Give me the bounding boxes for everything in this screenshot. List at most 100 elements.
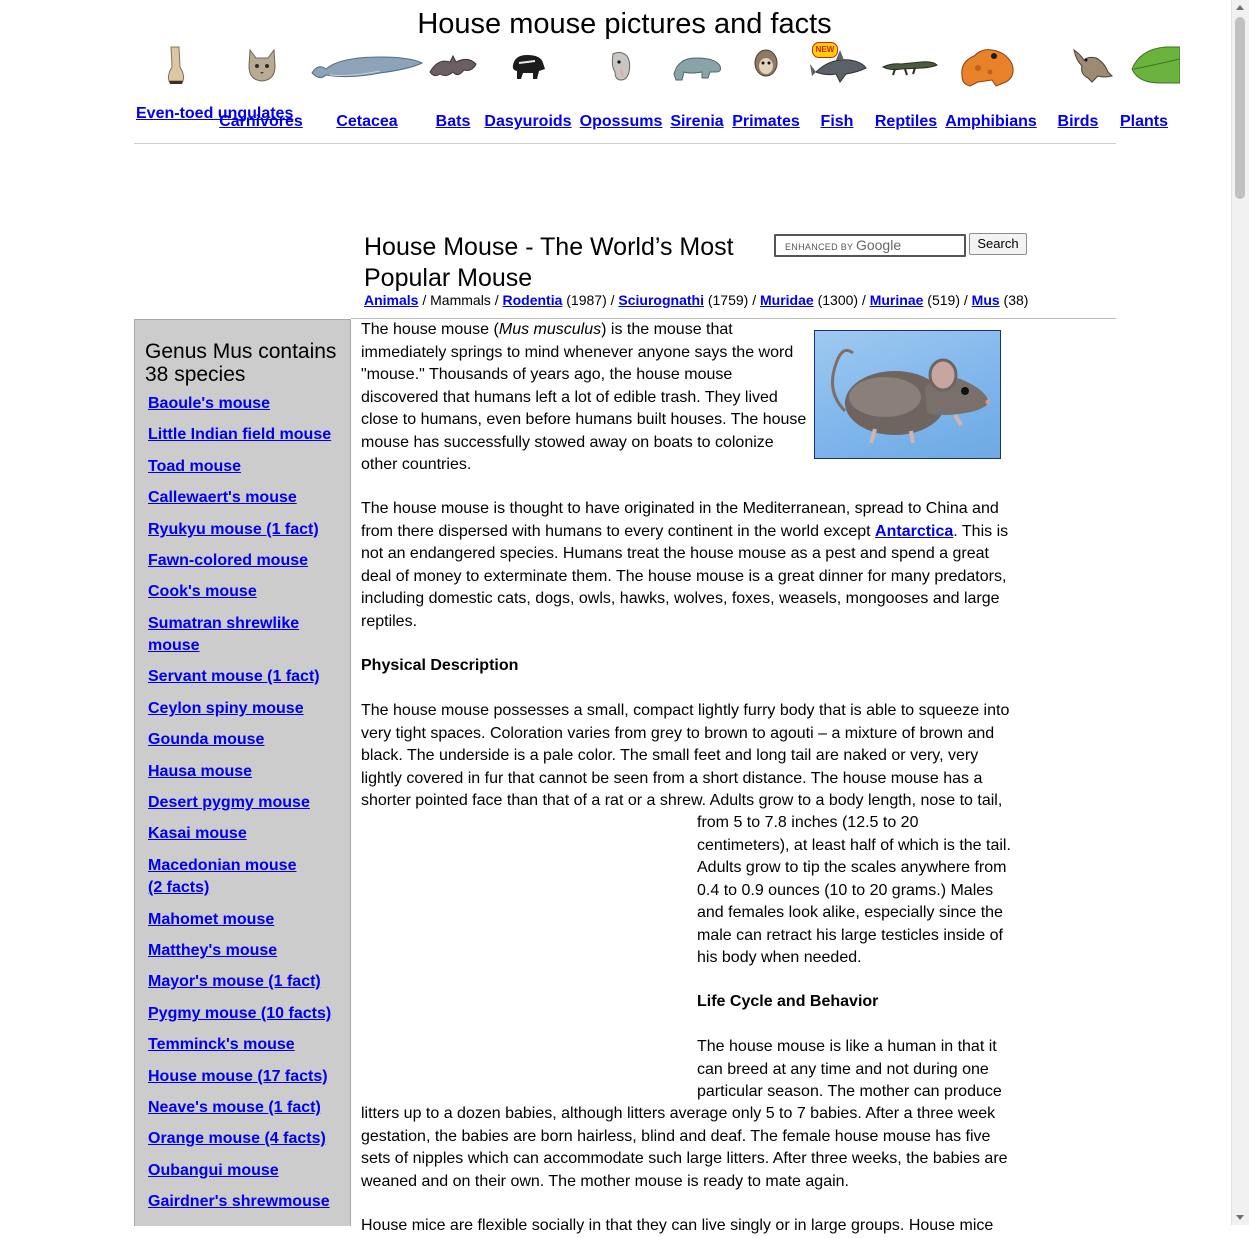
bird-icon[interactable] — [1064, 40, 1116, 90]
species-link[interactable]: Oubangui mouse — [148, 1162, 279, 1179]
species-link[interactable]: Matthey's mouse — [148, 942, 277, 959]
sidebar-title: Genus Mus contains 38 species — [145, 340, 337, 386]
breadcrumb-count: (1300) — [817, 292, 859, 308]
opossum-icon[interactable] — [604, 40, 638, 90]
nav-item-bats[interactable]: Bats — [428, 40, 478, 140]
antarctica-link[interactable]: Antarctica — [875, 523, 953, 540]
nav-link-cetacea[interactable]: Cetacea — [310, 114, 424, 130]
section-heading-life-cycle: Life Cycle and Behavior — [697, 993, 879, 1010]
species-link[interactable]: Servant mouse (1 fact) — [148, 668, 320, 685]
nav-link-amphibians[interactable]: Amphibians — [944, 114, 1038, 130]
breadcrumb-sciurognathi[interactable]: Sciurognathi — [618, 292, 704, 308]
physical-paragraph-continued: from 5 to 7.8 inches (12.5 to 20 centime… — [697, 814, 1011, 966]
leaf-icon[interactable] — [1130, 40, 1180, 90]
species-link[interactable]: Orange mouse (4 facts) — [148, 1130, 326, 1147]
breadcrumb-count: (519) — [927, 292, 960, 308]
hoof-icon[interactable] — [154, 40, 198, 90]
species-link[interactable]: Mayor's mouse (1 fact) — [148, 973, 321, 990]
category-nav: Even-toed ungulates Carnivores Cetacea B… — [134, 40, 1180, 144]
nav-item-dasyuroids[interactable]: Dasyuroids — [482, 40, 574, 140]
nav-item-plants[interactable]: Plants — [1114, 40, 1184, 140]
scroll-up-arrow-icon[interactable] — [1236, 5, 1244, 10]
house-mouse-photo — [814, 330, 1001, 459]
origin-paragraph: The house mouse is thought to have origi… — [361, 500, 1009, 630]
breadcrumb: Animals / Mammals / Rodentia (1987) / Sc… — [364, 292, 1029, 308]
bat-icon[interactable] — [428, 40, 478, 90]
species-link[interactable]: Macedonian mouse (2 facts) — [148, 857, 296, 896]
nav-item-reptiles[interactable]: Reptiles — [872, 40, 940, 140]
crocodile-icon[interactable] — [880, 40, 940, 90]
nav-item-sirenia[interactable]: Sirenia — [668, 40, 726, 140]
whale-icon[interactable] — [310, 40, 424, 90]
nav-item-birds[interactable]: Birds — [1048, 40, 1113, 140]
physical-paragraph: The house mouse possesses a small, compa… — [361, 702, 1010, 809]
species-link[interactable]: Baoule's mouse — [148, 395, 270, 412]
google-branding: ENHANCED BY Google — [785, 237, 902, 253]
breadcrumb-count: (38) — [1003, 292, 1029, 308]
species-link[interactable]: Sumatran shrewlike mouse — [148, 615, 299, 654]
species-link[interactable]: Pygmy mouse (10 facts) — [148, 1005, 331, 1022]
species-link[interactable]: Ryukyu mouse (1 fact) — [148, 521, 319, 538]
nav-item-cetacea[interactable]: Cetacea — [310, 40, 424, 140]
nav-item-amphibians[interactable]: Amphibians — [944, 40, 1038, 140]
species-link[interactable]: Mahomet mouse — [148, 911, 274, 928]
page-title: House Mouse - The World’s Most Popular M… — [364, 233, 734, 292]
nav-link-birds[interactable]: Birds — [1048, 114, 1108, 130]
life-cycle-paragraph: The house mouse is like a human in that … — [697, 1038, 1002, 1100]
species-link[interactable]: Little Indian field mouse — [148, 426, 331, 443]
species-link[interactable]: Fawn-colored mouse — [148, 552, 308, 569]
nav-link-reptiles[interactable]: Reptiles — [872, 114, 940, 130]
scrollbar-thumb[interactable] — [1235, 17, 1245, 199]
social-paragraph: House mice are flexible socially in that… — [361, 1217, 994, 1234]
nav-link-primates[interactable]: Primates — [730, 114, 802, 130]
species-link[interactable]: House mouse (17 facts) — [148, 1068, 328, 1085]
breadcrumb-count: (1987) — [566, 292, 607, 308]
breadcrumb-murinae[interactable]: Murinae — [870, 292, 924, 308]
search-button[interactable]: Search — [969, 233, 1027, 255]
species-sidebar: Genus Mus contains 38 species Baoule's m… — [134, 319, 351, 1226]
breadcrumb-muridae[interactable]: Muridae — [760, 292, 814, 308]
breadcrumb-rodentia[interactable]: Rodentia — [502, 292, 562, 308]
intro-paragraph: The house mouse (Mus musculus) is the mo… — [361, 321, 807, 473]
life-cycle-paragraph-continued: litters up to a dozen babies, although l… — [361, 1105, 1008, 1190]
nav-link-plants[interactable]: Plants — [1114, 114, 1174, 130]
nav-item-fish[interactable]: NEW Fish — [808, 40, 867, 140]
species-link[interactable]: Neave's mouse (1 fact) — [148, 1099, 321, 1116]
nav-link-fish[interactable]: Fish — [808, 114, 866, 130]
frog-icon[interactable] — [954, 40, 1020, 90]
breadcrumb-count: (1759) — [707, 292, 749, 308]
breadcrumb-mammals: Mammals — [430, 292, 491, 308]
breadcrumb-mus[interactable]: Mus — [972, 292, 1000, 308]
site-title: House mouse pictures and facts — [417, 8, 832, 40]
species-link[interactable]: Cook's mouse — [148, 583, 257, 600]
monkey-icon[interactable] — [750, 40, 782, 90]
manatee-icon[interactable] — [668, 40, 726, 90]
species-link[interactable]: Ceylon spiny mouse — [148, 700, 304, 717]
species-link[interactable]: Hausa mouse — [148, 763, 252, 780]
scroll-down-arrow-icon[interactable] — [1236, 1215, 1244, 1220]
nav-link-sirenia[interactable]: Sirenia — [668, 114, 726, 130]
species-link[interactable]: Gairdner's shrewmouse — [148, 1193, 330, 1210]
nav-item-primates[interactable]: Primates — [730, 40, 802, 140]
nav-item-carnivores[interactable]: Carnivores — [218, 40, 304, 140]
nav-link-opossums[interactable]: Opossums — [578, 114, 664, 130]
lynx-icon[interactable] — [242, 40, 282, 90]
species-link[interactable]: Callewaert's mouse — [148, 489, 297, 506]
species-link[interactable]: Temminck's mouse — [148, 1036, 295, 1053]
new-badge: NEW — [812, 42, 838, 58]
species-link[interactable]: Toad mouse — [148, 458, 241, 475]
nav-link-dasyuroids[interactable]: Dasyuroids — [482, 114, 574, 130]
tasmanian-devil-icon[interactable] — [508, 40, 548, 90]
nav-link-even-toed-ungulates[interactable]: Even-toed ungulates — [136, 106, 293, 122]
section-heading-physical: Physical Description — [361, 657, 519, 674]
page-scrollbar[interactable] — [1231, 0, 1249, 1225]
nav-item-even-toed-ungulates[interactable]: Even-toed ungulates — [134, 40, 293, 140]
species-link[interactable]: Gounda mouse — [148, 731, 264, 748]
nav-link-bats[interactable]: Bats — [428, 114, 478, 130]
nav-item-opossums[interactable]: Opossums — [578, 40, 664, 140]
search-input[interactable]: ENHANCED BY Google — [774, 234, 966, 257]
breadcrumb-animals[interactable]: Animals — [364, 292, 418, 308]
species-link[interactable]: Desert pygmy mouse — [148, 794, 310, 811]
nav-link-carnivores[interactable]: Carnivores — [218, 114, 304, 130]
species-link[interactable]: Kasai mouse — [148, 825, 247, 842]
